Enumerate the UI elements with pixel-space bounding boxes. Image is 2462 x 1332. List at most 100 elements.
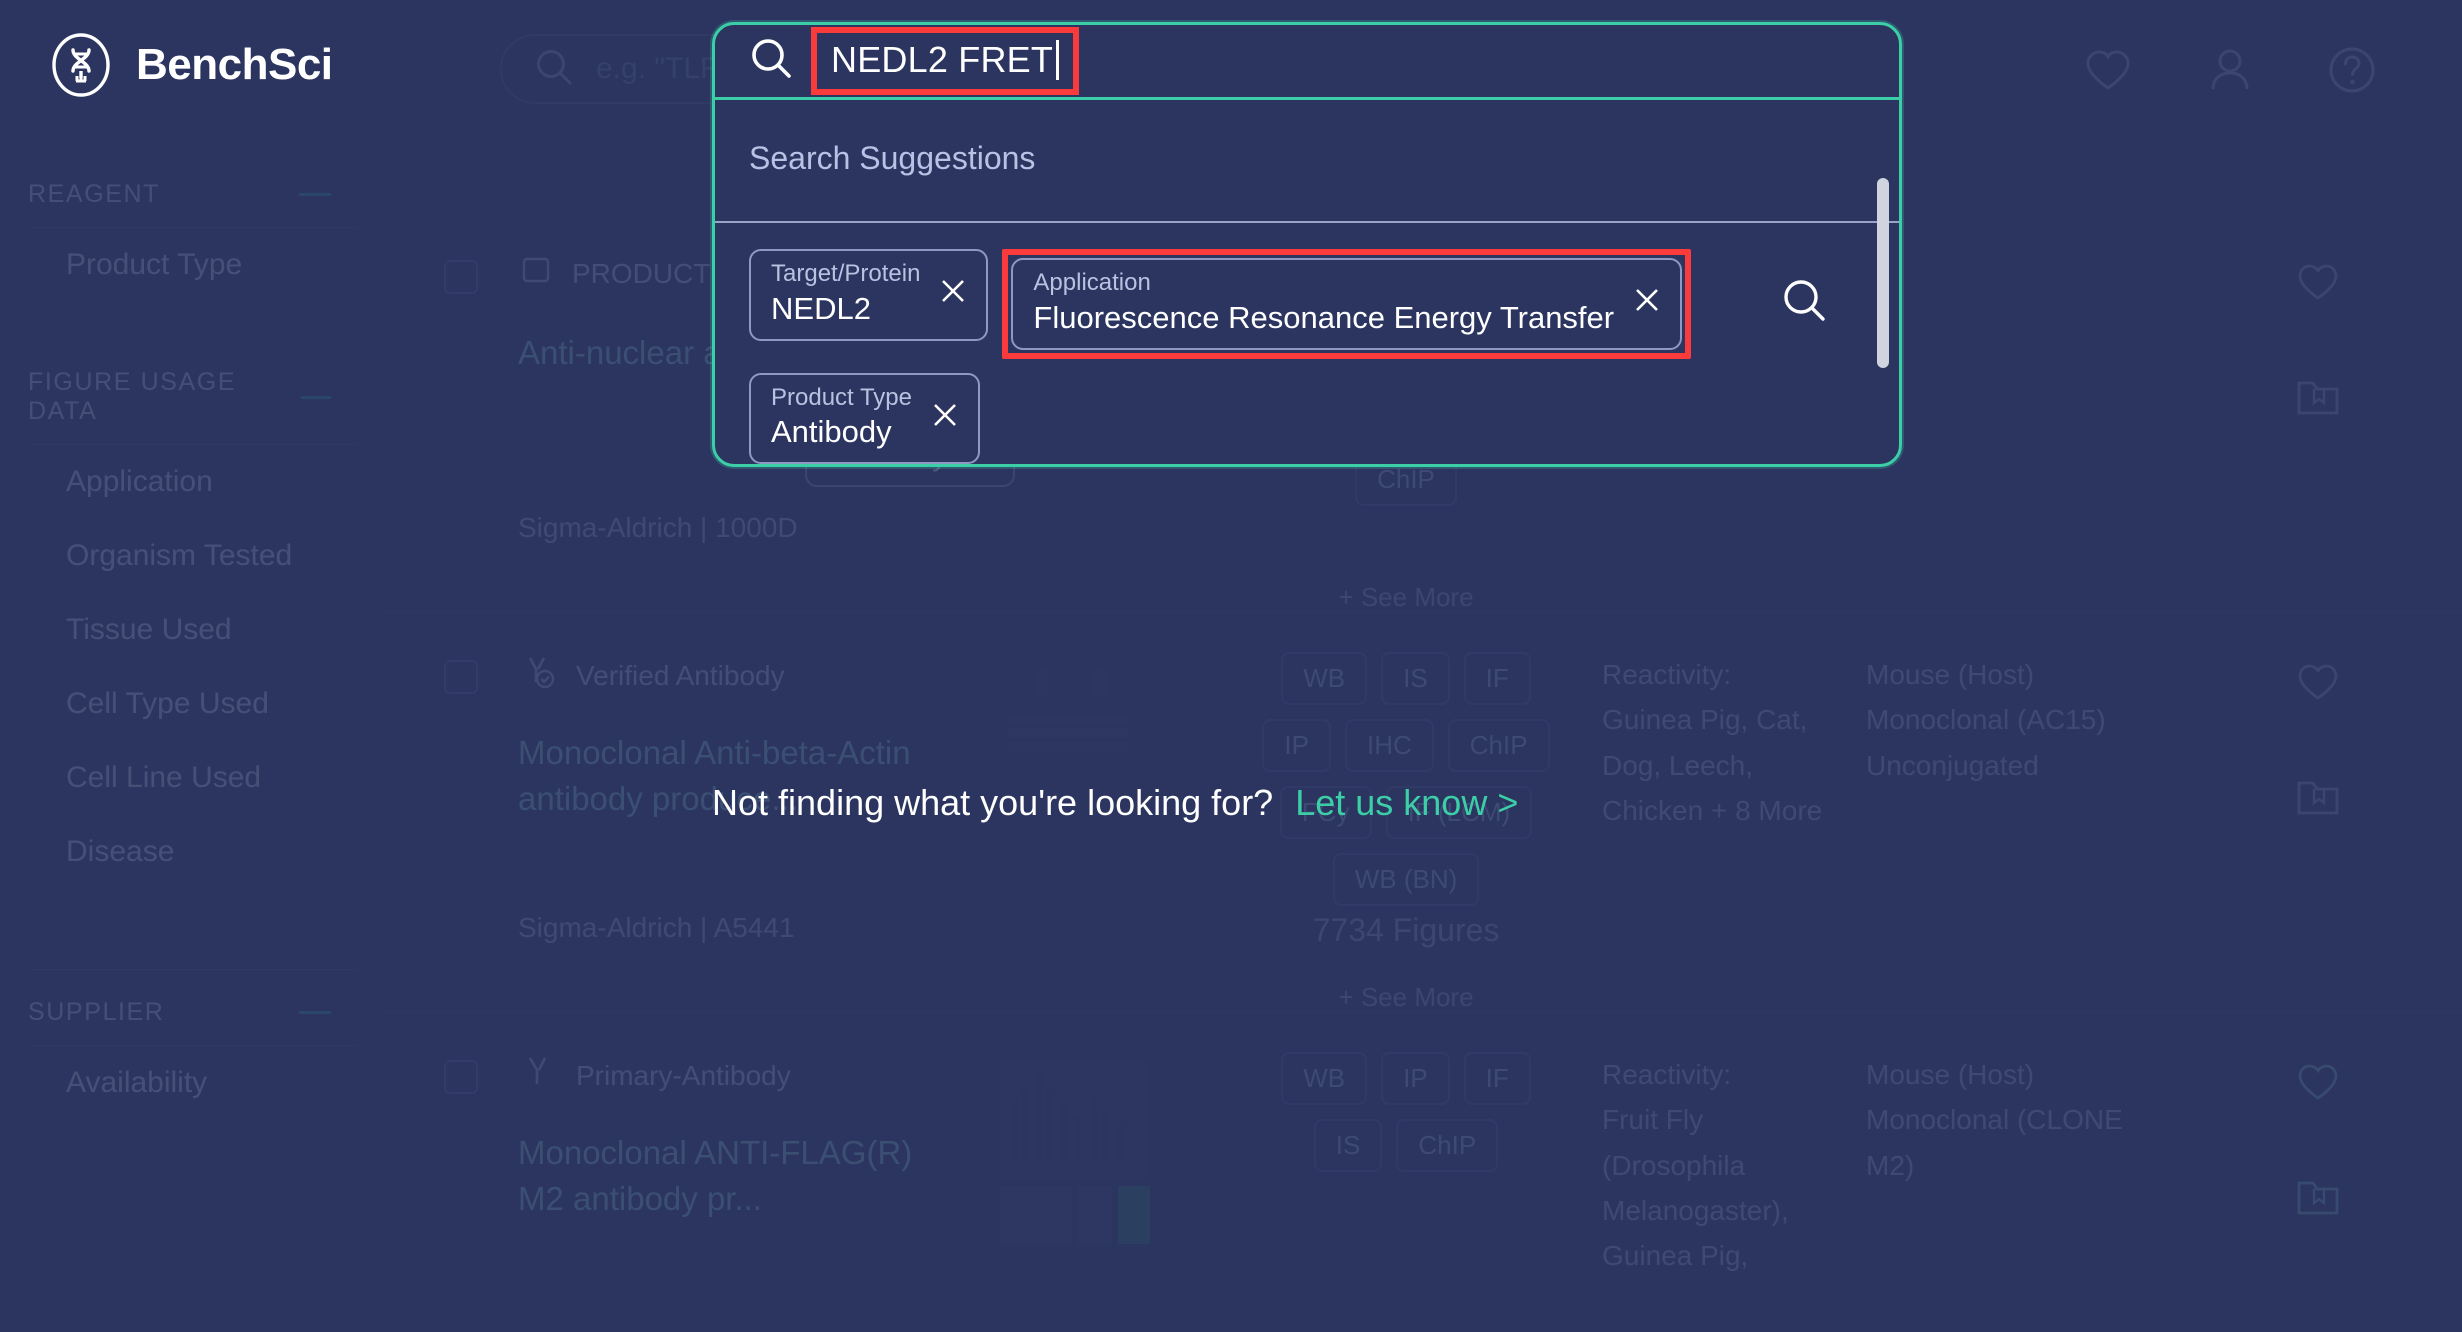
row-actions [2294,1058,2342,1224]
row-type-label: Primary-Antibody [576,1059,791,1091]
sidebar-item-application[interactable]: Application [0,445,385,519]
chip-value: Antibody [771,414,892,450]
tag[interactable]: WB [1281,652,1368,705]
sidebar-section-title: REAGENT [28,180,161,208]
row-type: Primary-Antibody [518,1052,791,1099]
benchsci-dna-icon [48,32,114,98]
sidebar-item-cell-type-used[interactable]: Cell Type Used [0,667,385,741]
product-icon [518,252,554,295]
collapse-icon[interactable] [299,1011,331,1014]
search-icon [534,47,574,92]
row-reactivity: Reactivity: Fruit Fly (Drosophila Melano… [1602,1052,1832,1279]
search-suggestions-dropdown: NEDL2 FRET Search Suggestions Target/Pro… [712,22,1902,467]
figure-count[interactable]: 7734 Figures [1246,912,1566,949]
search-bar[interactable]: NEDL2 FRET [715,25,1899,97]
chip-value: NEDL2 [771,290,871,326]
sidebar-item-product-type[interactable]: Product Type [0,228,385,302]
favorite-icon[interactable] [2294,658,2342,711]
run-suggestion-search-button[interactable] [1781,277,1829,330]
sidebar-section-supplier[interactable]: SUPPLIER [0,998,385,1027]
tag[interactable]: WB [1281,1052,1368,1105]
chip-value: Fluorescence Resonance Energy Transfer [1033,299,1615,335]
close-icon[interactable] [938,276,968,311]
brand-logo[interactable]: BenchSci [48,32,333,98]
heart-icon[interactable] [2082,44,2134,101]
suggestion-chips: Target/Protein NEDL2 Application Fluores… [749,249,1729,464]
sidebar-item-availability[interactable]: Availability [0,1046,385,1120]
suggestion-row[interactable]: Target/Protein NEDL2 Application Fluores… [715,223,1899,464]
tag[interactable]: IP [1262,719,1331,772]
row-title[interactable]: Monoclonal ANTI-FLAG(R) M2 antibody pr..… [518,1130,958,1221]
tag[interactable]: IF [1463,1052,1531,1105]
filters-sidebar: REAGENT Product Type FIGURE USAGE DATA A… [0,132,386,1332]
app-root: BenchSci e.g. "TLR4 Human Western Blot" … [0,0,2462,1332]
tag[interactable]: IS [1381,652,1450,705]
tag[interactable]: IHC [1344,719,1434,772]
chip-application[interactable]: Application Fluorescence Resonance Energ… [1011,258,1683,350]
dropdown-scrollbar[interactable] [1877,178,1889,368]
sidebar-item-organism-tested[interactable]: Organism Tested [0,519,385,593]
tag[interactable]: IP [1381,1052,1450,1105]
row-vendor: Sigma-Aldrich | 1000D [518,512,798,543]
chip-application-highlight: Application Fluorescence Resonance Energ… [1002,249,1692,359]
collapse-icon[interactable] [299,193,331,196]
sidebar-item-cell-line-used[interactable]: Cell Line Used [0,741,385,815]
chip-category: Target/Protein [771,260,921,287]
row-type-label: Verified Antibody [576,659,785,691]
reactivity-label: Reactivity: [1602,1059,1732,1090]
application-tags: WB IS IF IP IHC ChIP FCy IF (LCM) WB (BN… [1246,652,1566,906]
search-input-highlight: NEDL2 FRET [811,27,1080,95]
text-caret [1056,40,1060,80]
suggestions-title: Search Suggestions [749,140,1036,176]
help-icon[interactable] [2326,44,2378,101]
not-finding-cta: Not finding what you're looking for? Let… [712,782,1712,824]
row-thumbnail[interactable] [986,1052,1166,1312]
sidebar-section-figure-usage[interactable]: FIGURE USAGE DATA [0,368,385,426]
close-icon[interactable] [1632,285,1662,320]
chip-category: Product Type [771,383,912,411]
row-type: Verified Antibody [518,652,785,699]
close-icon[interactable] [930,400,960,435]
collapse-icon[interactable] [300,395,331,399]
sidebar-section-reagent[interactable]: REAGENT [0,180,385,209]
application-tags: WB IP IF IS ChIP [1246,1052,1566,1172]
antibody-icon [518,1052,558,1099]
reactivity-value: Fruit Fly (Drosophila Melanogaster), Gui… [1602,1104,1789,1272]
cta-text: Not finding what you're looking for? [712,782,1274,823]
row-host: Mouse (Host) Monoclonal (CLONE M2) [1866,1059,2123,1181]
table-row[interactable]: Primary-Antibody Monoclonal ANTI-FLAG(R)… [386,1012,2462,1332]
row-checkbox[interactable] [444,1060,478,1094]
chip-category: Application [1033,269,1151,296]
tag[interactable]: ChIP [1396,1119,1499,1172]
tag[interactable]: WB (BN) [1332,853,1480,906]
favorite-icon[interactable] [2294,1058,2342,1111]
row-checkbox[interactable] [444,260,478,294]
chip-product-type[interactable]: Product Type Antibody [749,372,980,464]
save-to-folder-icon[interactable] [2294,1171,2342,1224]
favorite-icon[interactable] [2294,258,2342,311]
tag[interactable]: IF [1463,652,1531,705]
search-input[interactable]: NEDL2 FRET [831,39,1053,81]
header-icon-group [2082,44,2378,101]
suggestions-body: Search Suggestions Target/Protein NEDL2 [715,100,1899,464]
save-to-folder-icon[interactable] [2294,771,2342,824]
tag[interactable]: ChIP [1447,719,1550,772]
save-to-folder-icon[interactable] [2294,371,2342,424]
user-icon[interactable] [2204,44,2256,101]
row-vendor: Sigma-Aldrich | A5441 [518,912,795,943]
row-host: Mouse (Host) Monoclonal (AC15) Unconjuga… [1866,659,2106,781]
sidebar-item-tissue-used[interactable]: Tissue Used [0,593,385,667]
sidebar-item-disease[interactable]: Disease [0,815,385,889]
row-actions [2294,658,2342,824]
verified-antibody-icon [518,652,558,699]
sidebar-section-title: FIGURE USAGE DATA [28,368,237,425]
row-checkbox[interactable] [444,660,478,694]
sidebar-section-title: SUPPLIER [28,998,165,1026]
row-actions [2294,258,2342,424]
row-type: PRODUCT [518,252,710,295]
see-more-link[interactable]: + See More [1246,982,1566,1013]
let-us-know-link[interactable]: Let us know > [1295,782,1518,824]
see-more-link[interactable]: + See More [1246,582,1566,613]
tag[interactable]: IS [1313,1119,1383,1172]
chip-target-protein[interactable]: Target/Protein NEDL2 [749,249,989,341]
